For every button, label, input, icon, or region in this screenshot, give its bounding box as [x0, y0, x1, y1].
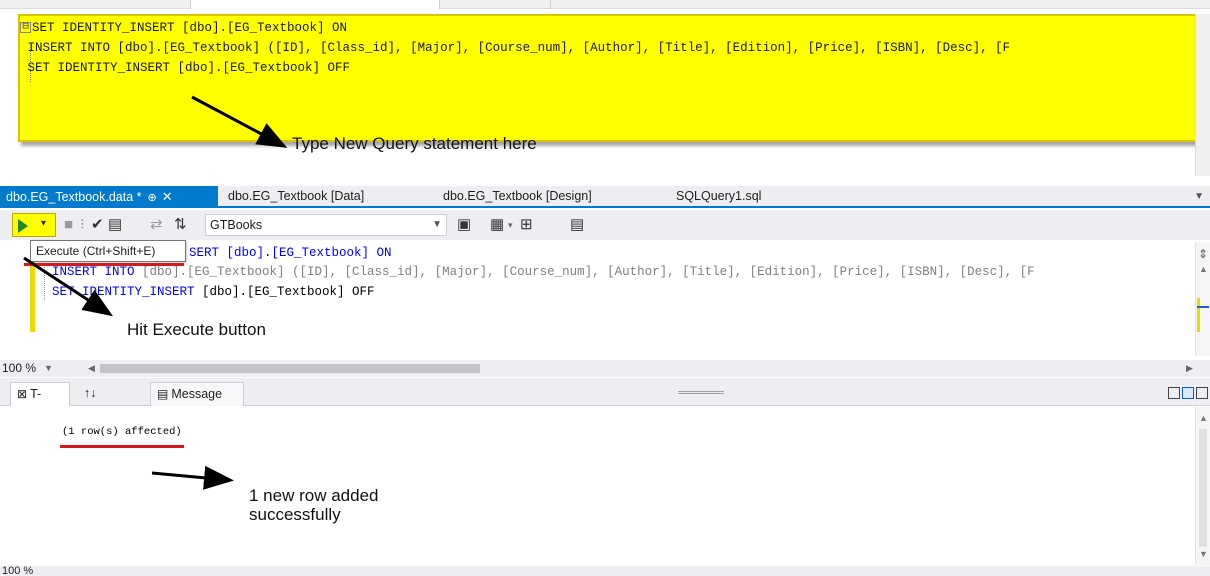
outline-guide	[44, 264, 45, 300]
rows-affected-message: (1 row(s) affected)	[62, 426, 182, 438]
change-marker	[1197, 298, 1209, 332]
horizontal-scroll-thumb[interactable]	[100, 364, 480, 373]
tooltip-underline	[24, 263, 184, 266]
collapse-icon[interactable]: ⊟	[20, 22, 31, 34]
scroll-up-icon[interactable]: ▲	[1199, 413, 1208, 423]
close-icon[interactable]: ✕	[162, 189, 173, 204]
tab-message[interactable]: ▤ Message	[150, 382, 244, 406]
message-underline	[60, 445, 184, 448]
tab-sqlquery1[interactable]: SQLQuery1.sql	[670, 186, 767, 208]
layout-split-horizontal-icon[interactable]	[1182, 387, 1194, 399]
tab-message-label: Message	[171, 387, 223, 401]
outline-guide	[30, 42, 31, 82]
check-icon[interactable]: ✔	[91, 216, 104, 234]
editor-line-1: SERT [dbo].[EG_Textbook] ON	[189, 244, 392, 262]
query-options-icon[interactable]: ▣	[457, 216, 471, 234]
connect-icon[interactable]: ⇄	[150, 216, 163, 234]
results-vertical-scrollbar[interactable]: ▲ ▼	[1195, 407, 1210, 565]
results-scroll-thumb[interactable]	[1199, 429, 1207, 547]
scroll-left-icon[interactable]: ◀	[88, 360, 95, 377]
pin-icon[interactable]: ⊕	[148, 192, 157, 204]
layout-split-vertical-icon[interactable]	[1168, 387, 1180, 399]
top-vertical-scrollbar[interactable]	[1195, 14, 1210, 176]
execute-button[interactable]: ▾	[12, 213, 56, 237]
parse-icon[interactable]: ▤	[108, 216, 122, 234]
editor-line-1-text: SERT [dbo].[EG_Textbook] ON	[189, 246, 392, 260]
annotation-type-query: Type New Query statement here	[292, 134, 537, 153]
execution-plan-icon[interactable]: ⊞	[520, 216, 533, 234]
tsql-icon: ⊠	[17, 387, 28, 401]
chevron-down-icon: ▼	[432, 219, 442, 230]
intellisense-icon[interactable]: ▤	[570, 216, 584, 234]
scroll-right-icon[interactable]: ▶	[1186, 360, 1193, 377]
debug-icon[interactable]: ⁝	[80, 216, 85, 234]
new-query-highlight-box: ⊟ SET IDENTITY_INSERT [dbo].[EG_Textbook]…	[18, 14, 1208, 142]
results-dropdown-icon[interactable]: ▾	[508, 216, 513, 234]
caret-marker	[1197, 306, 1209, 308]
message-icon: ▤	[157, 387, 169, 401]
annotation-new-row: 1 new row added successfully	[249, 486, 378, 524]
database-select-value: GTBooks	[210, 218, 263, 232]
editor-vertical-scrollbar[interactable]: ⇕ ▲	[1195, 242, 1210, 356]
results-grid-icon[interactable]: ▦	[490, 216, 504, 234]
play-icon	[18, 219, 28, 233]
tab-label: dbo.EG_Textbook.data *	[6, 190, 142, 204]
top-tab-fragment	[190, 0, 440, 9]
editor-zoom-bar: 100 % ▼ ◀ ▶	[0, 360, 1210, 377]
change-connection-icon[interactable]: ⇅	[174, 216, 187, 234]
keyword-insert: INSERT INTO	[52, 265, 135, 279]
editor-line-2-rest: [dbo].[EG_Textbook] ([ID], [Class_id], […	[134, 265, 1035, 279]
top-editor-area: ⊟ SET IDENTITY_INSERT [dbo].[EG_Textbook]…	[0, 0, 1210, 178]
top-tab-divider	[550, 0, 551, 9]
splitter-grip[interactable]	[678, 391, 724, 394]
scroll-down-icon[interactable]: ▼	[1199, 549, 1208, 559]
annotation-new-row-line-2: successfully	[249, 505, 341, 524]
top-code-line-3: SET IDENTITY_INSERT [dbo].[EG_Textbook] …	[20, 61, 351, 75]
execute-tooltip: Execute (Ctrl+Shift+E)	[30, 240, 186, 262]
annotation-new-row-line-1: 1 new row added	[249, 486, 379, 505]
tab-textbook-data[interactable]: dbo.EG_Textbook [Data]	[222, 186, 370, 208]
results-tab-strip: ⊠T-SQL ↑↓ ▤Message	[0, 378, 1210, 423]
top-code-line-1: ⊟ SET IDENTITY_INSERT [dbo].[EG_Textbook]…	[20, 19, 347, 37]
keyword-set: SET IDENTITY_INSERT	[52, 285, 195, 299]
chevron-down-icon[interactable]: ▾	[41, 218, 46, 229]
zoom-level[interactable]: 100 %	[2, 360, 36, 377]
layout-single-icon[interactable]	[1196, 387, 1208, 399]
editor-line-3: SET IDENTITY_INSERT [dbo].[EG_Textbook] …	[52, 283, 375, 301]
chevron-down-icon[interactable]: ▼	[44, 360, 53, 377]
split-icon[interactable]: ⇕	[1198, 247, 1208, 261]
tab-sort[interactable]: ↑↓	[78, 382, 108, 406]
tab-overflow-dropdown-icon[interactable]: ▼	[1194, 186, 1204, 208]
tab-tsql[interactable]: ⊠T-SQL	[10, 382, 70, 423]
document-tab-strip: dbo.EG_Textbook.data * ⊕ ✕ dbo.EG_Textbook…	[0, 186, 1210, 208]
messages-pane: (1 row(s) affected)	[0, 407, 1195, 565]
annotation-hit-execute: Hit Execute button	[127, 320, 266, 339]
top-code-line-2: INSERT INTO [dbo].[EG_Textbook] ([ID], […	[20, 41, 1011, 55]
stop-icon[interactable]: ■	[64, 216, 73, 234]
editor-line-2: INSERT INTO [dbo].[EG_Textbook] ([ID], […	[52, 263, 1035, 281]
pane-layout-icons	[1166, 387, 1208, 401]
top-tab-strip	[0, 0, 1210, 9]
tab-textbook-design[interactable]: dbo.EG_Textbook [Design]	[437, 186, 598, 208]
database-select[interactable]: GTBooks ▼	[205, 214, 447, 236]
editor-line-3-rest: [dbo].[EG_Textbook] OFF	[194, 285, 375, 299]
scroll-up-icon[interactable]: ▲	[1199, 264, 1208, 274]
tab-textbook-data-active[interactable]: dbo.EG_Textbook.data * ⊕ ✕	[0, 186, 218, 208]
results-zoom-level[interactable]: 100 %	[0, 566, 1210, 576]
query-toolbar: ▾ ■ ⁝ ✔ ▤ ⇄ ⇅ GTBooks ▼ ▣ ▦ ▾ ⊞ ▤	[0, 210, 1210, 240]
